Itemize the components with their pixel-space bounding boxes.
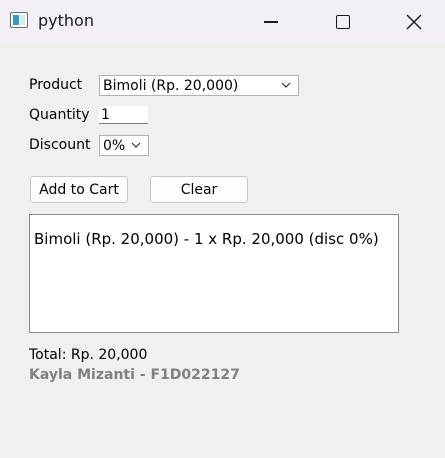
total-label: Total: Rp. 20,000 [29, 347, 148, 363]
chevron-down-icon [281, 82, 291, 88]
window-title: python [38, 11, 94, 30]
clear-button[interactable]: Clear [150, 176, 248, 203]
python-app-icon [10, 12, 28, 28]
quantity-label: Quantity [29, 107, 90, 123]
maximize-icon [336, 15, 350, 29]
quantity-input[interactable] [99, 106, 148, 124]
discount-label: Discount [29, 137, 91, 153]
list-item[interactable]: Bimoli (Rp. 20,000) - 1 x Rp. 20,000 (di… [34, 229, 379, 249]
title-bar: python [0, 0, 445, 44]
author-credit: Kayla Mizanti - F1D022127 [29, 367, 240, 383]
product-dropdown[interactable]: Bimoli (Rp. 20,000) [99, 75, 299, 96]
chevron-down-icon [131, 142, 141, 148]
discount-selected-value: 0% [103, 138, 125, 154]
close-button[interactable] [391, 0, 437, 44]
discount-dropdown[interactable]: 0% [99, 135, 149, 156]
minimize-button[interactable] [248, 0, 294, 44]
maximize-button[interactable] [320, 0, 366, 44]
close-icon [406, 14, 422, 30]
product-label: Product [29, 77, 83, 93]
product-selected-value: Bimoli (Rp. 20,000) [103, 78, 239, 94]
add-to-cart-button[interactable]: Add to Cart [30, 176, 128, 203]
cart-list[interactable]: Bimoli (Rp. 20,000) - 1 x Rp. 20,000 (di… [29, 214, 399, 333]
minimize-icon [264, 21, 278, 23]
